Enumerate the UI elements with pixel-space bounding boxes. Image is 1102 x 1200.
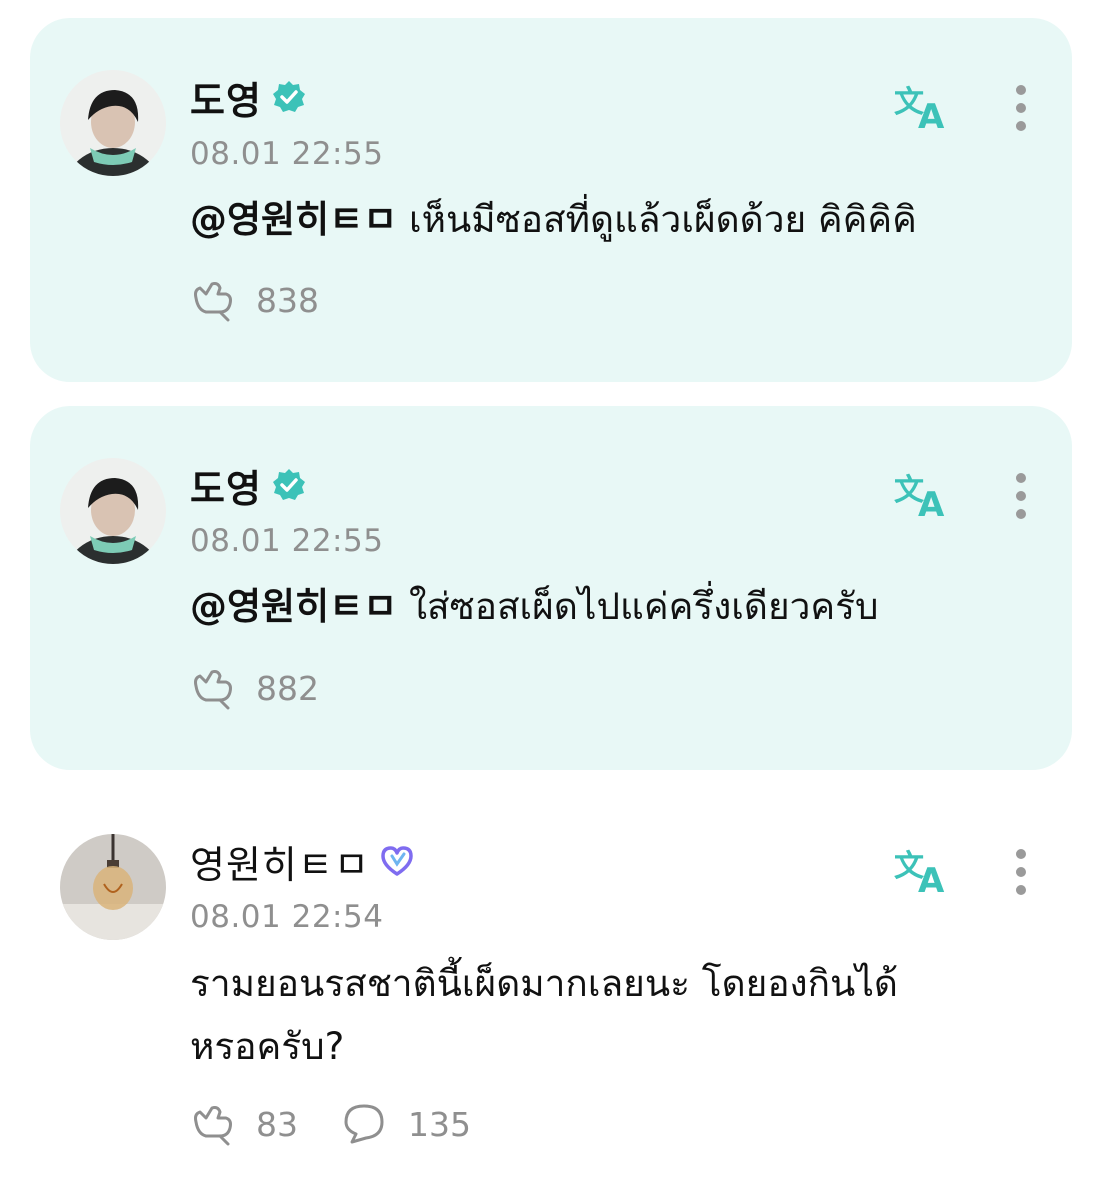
comment-time: 08.01 22:55 xyxy=(190,523,384,559)
like-button[interactable]: 83 xyxy=(190,1102,298,1146)
more-options-icon[interactable] xyxy=(1014,84,1028,132)
reply-count: 135 xyxy=(408,1104,471,1144)
comment-time: 08.01 22:55 xyxy=(190,136,384,172)
author-row: 도영 xyxy=(190,70,306,125)
more-options-icon[interactable] xyxy=(1014,472,1028,520)
like-count: 882 xyxy=(256,668,319,708)
comment-body: เห็นมีซอสที่ดูแล้วเผ็ดด้วย คิคิคิคิ xyxy=(408,198,917,241)
author-name[interactable]: 도영 xyxy=(190,458,262,513)
reply-icon xyxy=(344,1104,384,1144)
like-count: 838 xyxy=(256,280,319,320)
like-button[interactable]: 838 xyxy=(190,278,319,322)
verified-badge-icon xyxy=(272,81,305,112)
comment-text-line-2: หรอครับ? xyxy=(190,1025,345,1068)
like-button[interactable]: 882 xyxy=(190,666,319,710)
comment-time: 08.01 22:54 xyxy=(190,899,384,935)
svg-text:A: A xyxy=(918,485,945,520)
translate-icon[interactable]: 文 A xyxy=(892,846,954,896)
comment-text: @영원히ㅌㅁ ใส่ซอสเผ็ดไปแค่ครึ่งเดียวครับ xyxy=(190,578,879,636)
fan-heart-icon xyxy=(381,846,413,876)
more-options-icon[interactable] xyxy=(1014,848,1028,896)
like-icon xyxy=(194,670,232,710)
avatar[interactable] xyxy=(60,834,166,940)
like-icon xyxy=(194,1106,232,1146)
comment-text-line-1: รามยอนรสชาตินี้เผ็ดมากเลยนะ โดยองกินได้ xyxy=(190,962,898,1005)
author-name[interactable]: 영원히ㅌㅁ xyxy=(190,834,370,889)
translate-icon[interactable]: 文 A xyxy=(892,470,954,520)
mention[interactable]: @영원히ㅌㅁ xyxy=(190,198,397,241)
svg-text:A: A xyxy=(918,97,945,132)
reply-button[interactable]: 135 xyxy=(342,1102,471,1146)
author-name[interactable]: 도영 xyxy=(190,70,262,125)
avatar[interactable] xyxy=(60,70,166,176)
translate-icon[interactable]: 文 A xyxy=(892,82,954,132)
comment-body: ใส่ซอสเผ็ดไปแค่ครึ่งเดียวครับ xyxy=(408,585,879,628)
like-count: 83 xyxy=(256,1104,298,1144)
author-row: 영원히ㅌㅁ xyxy=(190,834,414,889)
author-row: 도영 xyxy=(190,458,306,513)
like-icon xyxy=(194,282,232,322)
verified-badge-icon xyxy=(272,469,305,500)
comment-text: @영원히ㅌㅁ เห็นมีซอสที่ดูแล้วเผ็ดด้วย คิคิคิ… xyxy=(190,191,917,249)
svg-text:A: A xyxy=(918,861,945,896)
mention[interactable]: @영원히ㅌㅁ xyxy=(190,585,397,628)
avatar[interactable] xyxy=(60,458,166,564)
